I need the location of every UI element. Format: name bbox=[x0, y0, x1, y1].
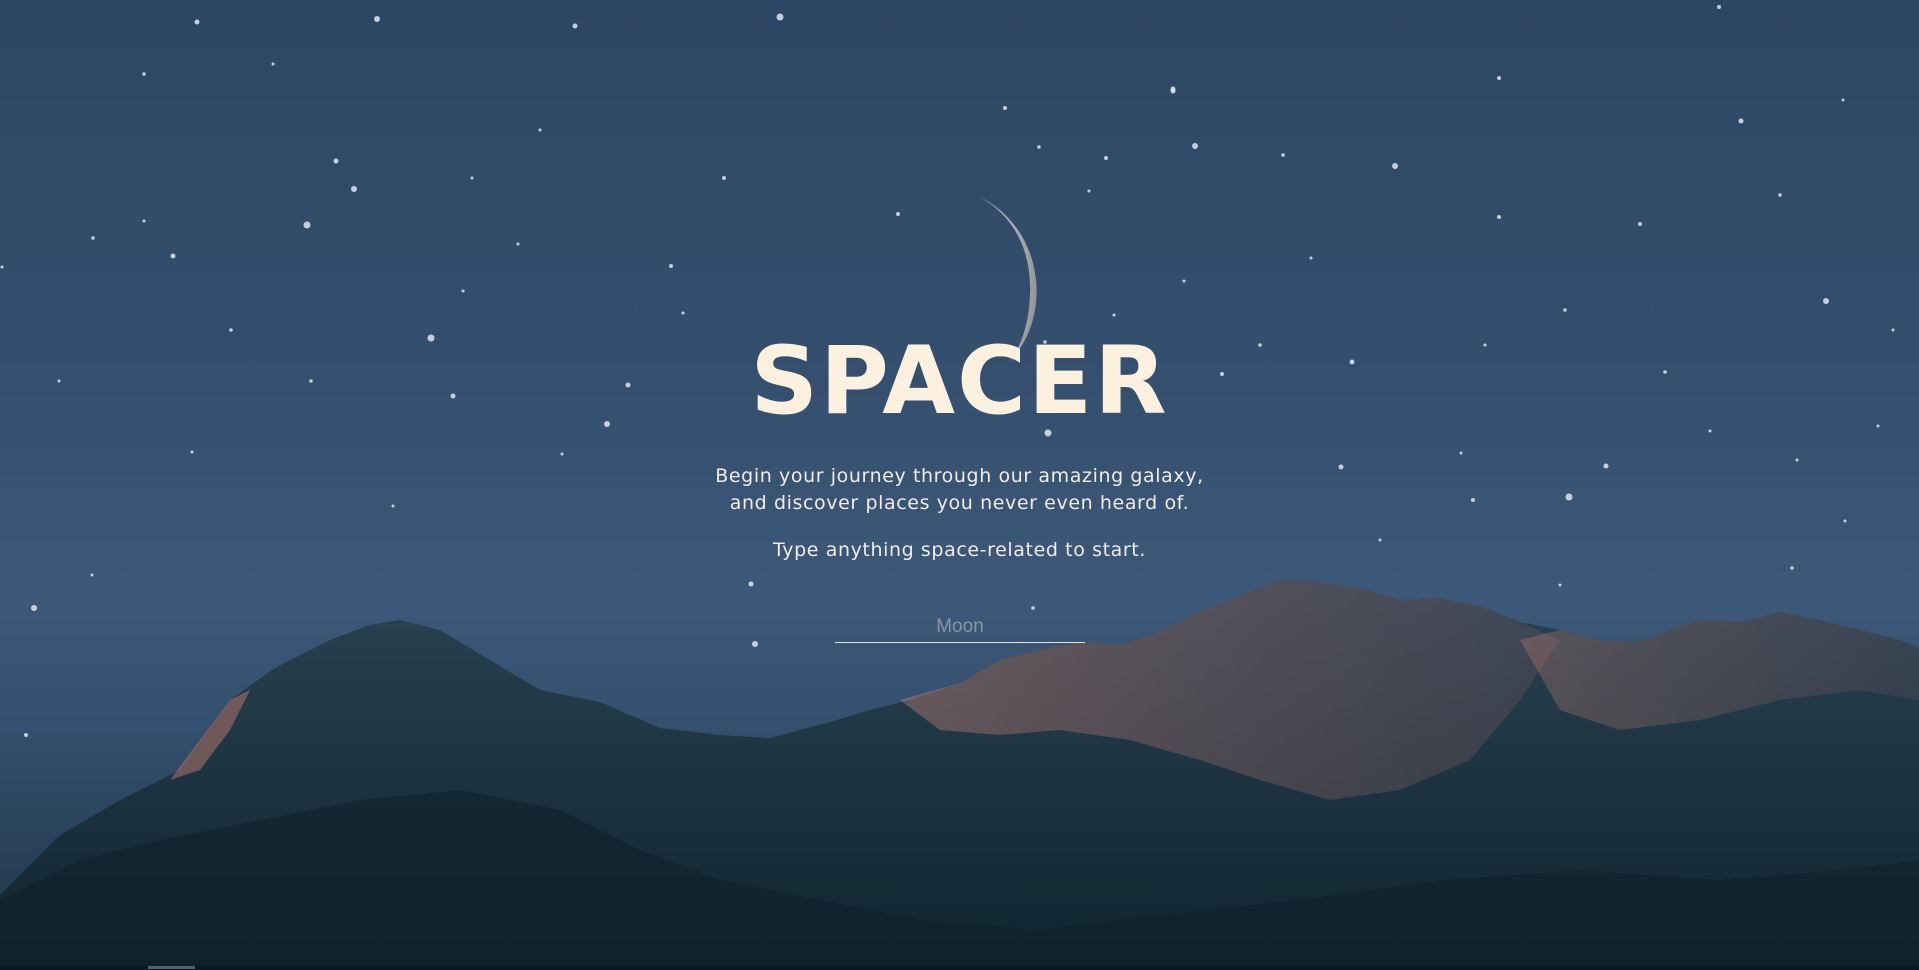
page-title: SPACER bbox=[750, 327, 1169, 436]
hero-subtitle-line-1: Begin your journey through our amazing g… bbox=[715, 465, 1204, 487]
search-field-wrapper bbox=[835, 612, 1085, 644]
hero-content: SPACER Begin your journey through our am… bbox=[0, 0, 1919, 970]
horizontal-scrollbar-thumb[interactable] bbox=[148, 966, 195, 969]
hero-background: SPACER Begin your journey through our am… bbox=[0, 0, 1919, 970]
horizontal-scrollbar-track[interactable] bbox=[0, 966, 1919, 970]
hero-subtitle-line-2: and discover places you never even heard… bbox=[729, 492, 1190, 514]
search-input[interactable] bbox=[835, 612, 1085, 643]
hero-subtitle: Begin your journey through our amazing g… bbox=[0, 463, 1919, 517]
search-prompt: Type anything space-related to start. bbox=[773, 539, 1146, 561]
